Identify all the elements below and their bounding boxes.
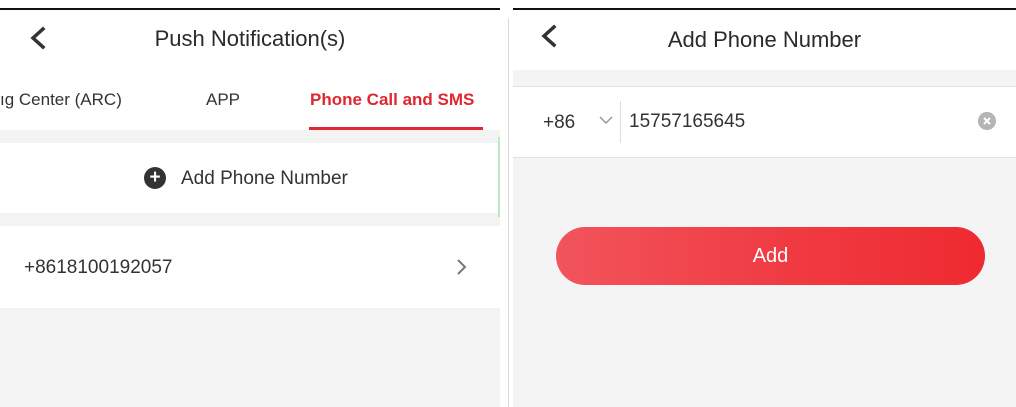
add-button[interactable]: Add (556, 227, 985, 285)
tab-arc[interactable]: ıg Center (ARC) (0, 75, 122, 130)
page-title: Push Notification(s) (154, 26, 346, 51)
divider-line (508, 18, 509, 407)
separator (620, 101, 621, 143)
top-border-line (0, 8, 500, 10)
list-item[interactable]: +8618100192057 (0, 226, 500, 308)
country-code-select[interactable]: +86 (543, 87, 575, 159)
push-notifications-screen: Push Notification(s) ıg Center (ARC) APP… (0, 0, 500, 407)
plus-circle-icon: + (144, 167, 166, 189)
phone-input-row: +86 (513, 86, 1016, 158)
add-phone-number-row[interactable]: + Add Phone Number (0, 143, 500, 213)
back-chevron-icon[interactable] (24, 24, 52, 52)
clear-circle-icon[interactable] (978, 112, 996, 130)
chevron-down-icon[interactable] (598, 114, 614, 126)
chevron-right-icon (457, 259, 467, 275)
header: Push Notification(s) (0, 0, 500, 75)
tab-app[interactable]: APP (206, 75, 240, 130)
top-border-line (513, 8, 1016, 10)
add-phone-number-screen: Add Phone Number +86 Add (513, 0, 1016, 407)
phone-number-field[interactable] (629, 103, 949, 141)
active-tab-indicator (309, 127, 483, 130)
tab-phone-call-and-sms[interactable]: Phone Call and SMS (310, 75, 474, 130)
header: Add Phone Number (513, 0, 1016, 70)
tab-bar: ıg Center (ARC) APP Phone Call and SMS (0, 75, 500, 130)
page-title: Add Phone Number (667, 27, 862, 52)
add-phone-number-label: Add Phone Number (181, 168, 348, 189)
phone-number: +8618100192057 (24, 257, 173, 278)
back-chevron-icon[interactable] (535, 22, 563, 50)
screen-divider (500, 0, 513, 407)
